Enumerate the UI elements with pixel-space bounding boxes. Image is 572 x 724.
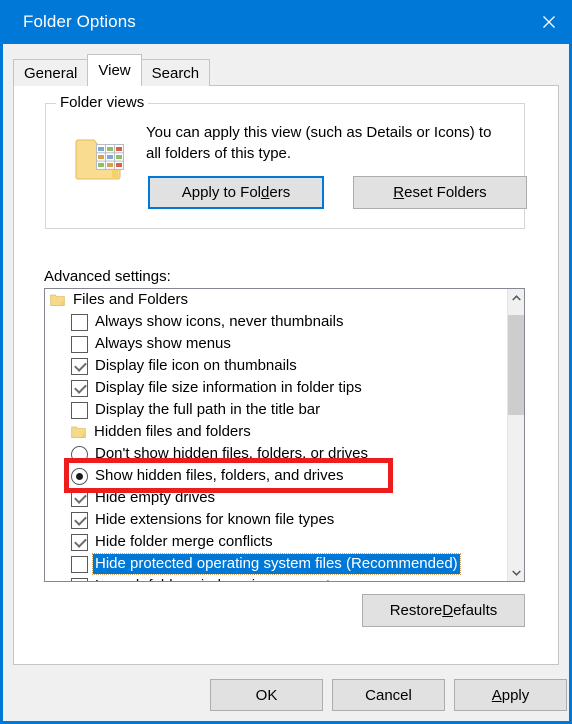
advanced-settings-viewport: Files and Folders Always show icons, neve… xyxy=(45,289,507,581)
checkbox-unchecked-icon[interactable] xyxy=(71,313,88,331)
settings-checkbox-row[interactable]: Always show icons, never thumbnails xyxy=(45,311,507,333)
chevron-down-icon[interactable] xyxy=(508,564,524,581)
tab-view[interactable]: View xyxy=(87,54,142,86)
settings-group-row[interactable]: Files and Folders xyxy=(45,289,507,311)
checkbox-checked-icon[interactable] xyxy=(71,511,88,529)
apply-to-folders-label-pre: Apply to Fol xyxy=(181,184,262,201)
settings-checkbox-row[interactable]: Hide protected operating system files (R… xyxy=(45,553,507,575)
radio-selected-icon[interactable] xyxy=(71,467,88,485)
settings-group-row[interactable]: Hidden files and folders xyxy=(45,421,507,443)
settings-checkbox-row[interactable]: Display file icon on thumbnails xyxy=(45,355,507,377)
settings-checkbox-row[interactable]: Hide extensions for known file types xyxy=(45,509,507,531)
checkbox-unchecked-icon[interactable] xyxy=(71,401,88,419)
settings-checkbox-row[interactable]: Display the full path in the title bar xyxy=(45,399,507,421)
restore-defaults-accel: D xyxy=(442,602,454,619)
folder-options-dialog: Folder Options General View Search Folde… xyxy=(0,0,572,724)
cancel-button[interactable]: Cancel xyxy=(332,679,445,711)
apply-to-folders-label-post: ers xyxy=(269,184,291,201)
checkbox-unchecked-icon[interactable] xyxy=(71,577,88,581)
settings-row-label: Always show menus xyxy=(95,335,231,352)
folder-views-group: Folder views You can apply this view (su… xyxy=(45,94,527,229)
folder-views-legend: Folder views xyxy=(56,94,149,111)
tab-strip: General View Search xyxy=(13,54,211,86)
title-bar: Folder Options xyxy=(3,0,569,44)
apply-label-post: pply xyxy=(501,686,530,704)
settings-row-label: Hide empty drives xyxy=(95,489,216,506)
restore-defaults-label-pre: Restore xyxy=(389,602,443,619)
settings-checkbox-row[interactable]: Hide empty drives xyxy=(45,487,507,509)
advanced-settings-label: Advanced settings: xyxy=(44,268,171,285)
folder-thumbnails-icon xyxy=(74,132,134,188)
window-title: Folder Options xyxy=(23,12,136,31)
checkbox-checked-icon[interactable] xyxy=(71,379,88,397)
settings-row-label: Hide extensions for known file types xyxy=(95,511,335,528)
settings-row-label: Display file icon on thumbnails xyxy=(95,357,297,374)
settings-radio-row[interactable]: Show hidden files, folders, and drives xyxy=(45,465,507,487)
ok-button[interactable]: OK xyxy=(210,679,323,711)
view-tab-page: Folder views You can apply this view (su… xyxy=(13,85,559,665)
settings-radio-row[interactable]: Don't show hidden files, folders, or dri… xyxy=(45,443,507,465)
radio-unselected-icon[interactable] xyxy=(71,445,88,463)
checkbox-unchecked-icon[interactable] xyxy=(71,555,88,573)
ok-label-pre: OK xyxy=(255,686,278,704)
checkbox-unchecked-icon[interactable] xyxy=(71,335,88,353)
checkbox-checked-icon[interactable] xyxy=(71,489,88,507)
settings-checkbox-row[interactable]: Hide folder merge conflicts xyxy=(45,531,507,553)
settings-checkbox-row[interactable]: Always show menus xyxy=(45,333,507,355)
settings-row-label: Launch folder windows in a separate proc… xyxy=(95,577,395,581)
reset-folders-button[interactable]: Reset Folders xyxy=(353,176,527,209)
advanced-settings-scrollbar[interactable] xyxy=(507,289,524,581)
settings-row-label: Don't show hidden files, folders, or dri… xyxy=(95,445,368,462)
tab-search[interactable]: Search xyxy=(140,59,211,86)
folder-views-description: You can apply this view (such as Details… xyxy=(146,124,492,162)
apply-to-folders-accel: d xyxy=(261,184,270,201)
settings-group-label: Files and Folders xyxy=(73,291,189,308)
restore-defaults-button[interactable]: Restore Defaults xyxy=(362,594,525,627)
settings-checkbox-row[interactable]: Display file size information in folder … xyxy=(45,377,507,399)
apply-button[interactable]: Apply xyxy=(454,679,567,711)
settings-row-label: Hide protected operating system files (R… xyxy=(92,553,461,575)
checkbox-checked-icon[interactable] xyxy=(71,357,88,375)
settings-row-label: Display the full path in the title bar xyxy=(95,401,321,418)
scrollbar-thumb[interactable] xyxy=(508,315,524,415)
restore-defaults-label-post: efaults xyxy=(453,602,498,619)
chevron-up-icon[interactable] xyxy=(508,289,524,306)
checkbox-checked-icon[interactable] xyxy=(71,533,88,551)
settings-checkbox-row[interactable]: Launch folder windows in a separate proc… xyxy=(45,575,507,581)
advanced-settings-list[interactable]: Files and Folders Always show icons, neve… xyxy=(44,288,525,582)
settings-row-label: Show hidden files, folders, and drives xyxy=(95,467,344,484)
apply-accel: A xyxy=(491,686,502,704)
settings-group-label: Hidden files and folders xyxy=(94,423,251,440)
settings-row-label: Always show icons, never thumbnails xyxy=(95,313,344,330)
apply-to-folders-button[interactable]: Apply to Fol d ers xyxy=(148,176,324,209)
reset-folders-label-post: eset Folders xyxy=(404,184,487,201)
settings-row-label: Display file size information in folder … xyxy=(95,379,362,396)
tab-general[interactable]: General xyxy=(13,59,89,86)
reset-folders-accel: R xyxy=(393,184,405,201)
cancel-label-pre: Cancel xyxy=(365,686,412,704)
close-icon[interactable] xyxy=(526,0,569,44)
settings-row-label: Hide folder merge conflicts xyxy=(95,533,273,550)
